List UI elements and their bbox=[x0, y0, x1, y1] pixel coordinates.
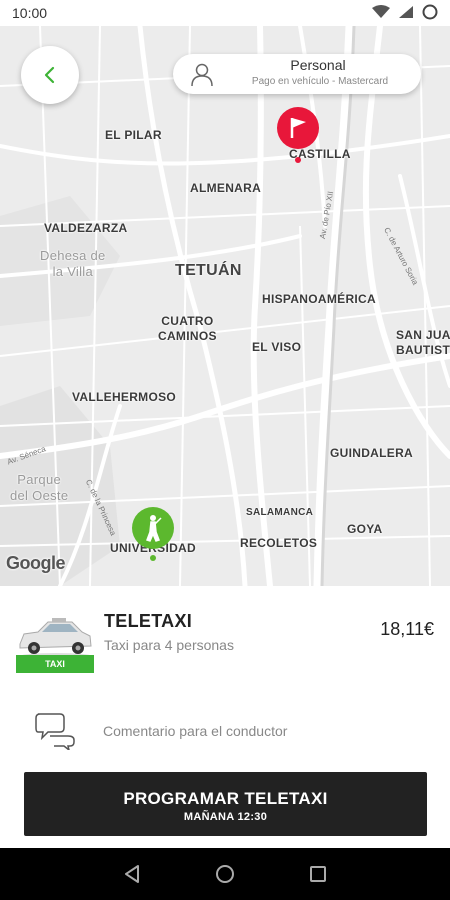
battery-circle-icon bbox=[422, 4, 438, 20]
map-label-cuatro-line1: CUATRO bbox=[161, 314, 214, 328]
map-label-salamanca: SALAMANCA bbox=[246, 507, 314, 518]
chevron-left-icon bbox=[44, 66, 55, 84]
back-button[interactable] bbox=[21, 46, 79, 104]
google-attribution: Google bbox=[6, 553, 66, 573]
map-label-guindalera: GUINDALERA bbox=[330, 446, 413, 460]
android-nav-bar bbox=[0, 848, 450, 900]
map-label-hispanoamerica: HISPANOAMÉRICA bbox=[262, 292, 376, 306]
service-name: TELETAXI bbox=[104, 611, 193, 631]
map-label-el-pilar: EL PILAR bbox=[105, 128, 162, 142]
map-label-parque-line1: Parque bbox=[17, 472, 62, 487]
map-label-cuatro-line2: CAMINOS bbox=[158, 329, 217, 343]
destination-flag-pin[interactable] bbox=[276, 106, 320, 164]
schedule-taxi-button[interactable]: PROGRAMAR TELETAXI MAÑANA 12:30 bbox=[24, 772, 427, 836]
status-icons bbox=[372, 4, 438, 20]
taxi-car-image bbox=[19, 618, 92, 659]
map-label-valdezarza: VALDEZARZA bbox=[44, 221, 128, 235]
map-view[interactable]: EL PILAR CASTILLA ALMENARA VALDEZARZA De… bbox=[0, 26, 450, 586]
map-label-recoletos: RECOLETOS bbox=[240, 536, 318, 550]
map-label-vallehermoso: VALLEHERMOSO bbox=[72, 390, 177, 404]
payment-method: Pago en vehículo - Mastercard bbox=[251, 76, 389, 87]
map-label-dehesa-line1: Dehesa de bbox=[40, 248, 106, 263]
profile-name: Personal bbox=[290, 57, 346, 73]
fare-price: 18,11€ bbox=[380, 619, 434, 639]
profile-selector[interactable]: Personal Pago en vehículo - Mastercard bbox=[173, 54, 421, 94]
map-label-almenara: ALMENARA bbox=[190, 181, 262, 195]
map-label-san-juan-line2: BAUTIST bbox=[396, 343, 450, 357]
recents-square-icon[interactable] bbox=[306, 862, 330, 886]
user-icon bbox=[191, 63, 213, 87]
map-label-tetuan: TETUÁN bbox=[175, 262, 242, 279]
map-label-parque-oeste: Parque del Oeste bbox=[10, 472, 68, 504]
home-circle-icon[interactable] bbox=[213, 862, 237, 886]
schedule-button-label: PROGRAMAR TELETAXI bbox=[123, 789, 328, 808]
map-label-el-viso: EL VISO bbox=[252, 340, 302, 354]
map-label-dehesa-line2: la Villa bbox=[52, 264, 94, 279]
comment-placeholder: Comentario para el conductor bbox=[103, 723, 288, 739]
wifi-icon bbox=[372, 5, 390, 18]
origin-pickup-pin[interactable] bbox=[131, 506, 175, 562]
map-label-san-juan: SAN JUA BAUTIST bbox=[396, 328, 450, 358]
taxi-badge: TAXI bbox=[16, 655, 94, 673]
schedule-button-time: MAÑANA 12:30 bbox=[183, 811, 268, 823]
status-bar: 10:00 bbox=[0, 0, 450, 26]
back-triangle-icon[interactable] bbox=[120, 862, 144, 886]
map-label-goya: GOYA bbox=[347, 522, 383, 536]
service-description: Taxi para 4 personas bbox=[104, 637, 234, 653]
signal-icon bbox=[399, 6, 413, 18]
status-time: 10:00 bbox=[12, 5, 48, 21]
driver-comment-field[interactable]: Comentario para el conductor bbox=[0, 700, 450, 760]
map-label-san-juan-line1: SAN JUA bbox=[396, 328, 450, 342]
map-label-cuatro-caminos: CUATRO CAMINOS bbox=[158, 314, 217, 344]
map-label-dehesa: Dehesa de la Villa bbox=[40, 248, 106, 280]
chat-bubbles-icon bbox=[35, 713, 75, 750]
map-label-parque-line2: del Oeste bbox=[10, 488, 69, 503]
